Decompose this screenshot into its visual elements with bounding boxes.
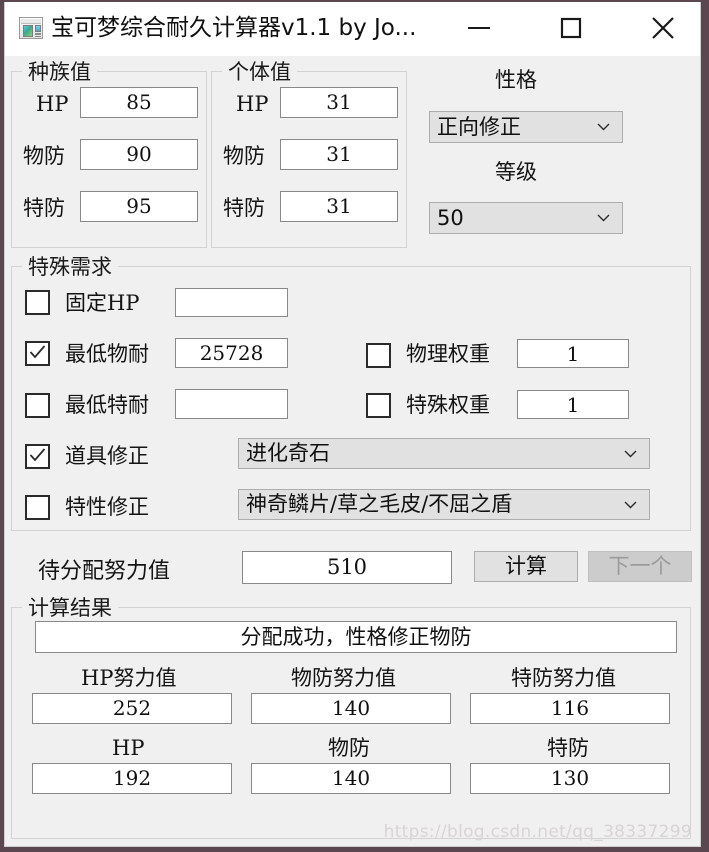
label-fixed-hp: 固定HP	[65, 291, 140, 315]
result-label-def: 物防	[328, 736, 370, 760]
allocation-input[interactable]: 510	[242, 551, 452, 584]
check-icon	[29, 345, 46, 359]
result-input-def: 140	[251, 763, 451, 794]
result-input-spdef-ev: 116	[470, 693, 670, 724]
nature-dropdown[interactable]: 正向修正	[429, 111, 623, 143]
result-input-hp: 192	[32, 763, 232, 794]
ability-mod-dropdown[interactable]: 神奇鳞片/草之毛皮/不屈之盾	[238, 489, 650, 520]
level-label: 等级	[495, 160, 537, 184]
base-stats-label-spdef: 特防	[23, 196, 65, 220]
ivs-label-def: 物防	[223, 144, 265, 168]
ivs-input-hp[interactable]: 31	[280, 87, 398, 118]
app-window: 宝可梦综合耐久计算器v1.1 by Jo... 种族值 HP 物防 特防 85	[4, 2, 701, 847]
input-fixed-hp[interactable]	[175, 288, 288, 317]
check-icon	[29, 448, 46, 462]
maximize-icon	[560, 17, 582, 39]
checkbox-min-spec-bulk[interactable]	[25, 393, 50, 418]
label-min-spec-bulk: 最低特耐	[65, 393, 149, 417]
ability-mod-value: 神奇鳞片/草之毛皮/不屈之盾	[246, 492, 513, 516]
label-ability-mod: 特性修正	[65, 495, 149, 519]
results-group-title: 计算结果	[22, 592, 118, 622]
input-min-spec-bulk[interactable]	[175, 389, 288, 419]
minimize-icon	[468, 27, 490, 29]
result-label-def-ev: 物防努力值	[291, 666, 396, 690]
result-status-field: 分配成功，性格修正物防	[35, 621, 677, 653]
base-stats-input-spdef[interactable]: 95	[80, 191, 198, 222]
result-label-spdef-ev: 特防努力值	[511, 666, 616, 690]
close-button[interactable]	[632, 2, 694, 54]
ivs-label-spdef: 特防	[223, 196, 265, 220]
item-mod-value: 进化奇石	[246, 441, 330, 465]
window-title: 宝可梦综合耐久计算器v1.1 by Jo...	[51, 15, 417, 41]
client-area: 种族值 HP 物防 特防 85 90 95 个体值 HP 物防 特防 31 31…	[5, 56, 700, 846]
ivs-input-spdef[interactable]: 31	[280, 191, 398, 222]
chevron-down-icon	[597, 123, 610, 131]
item-mod-dropdown[interactable]: 进化奇石	[238, 438, 650, 469]
result-input-spdef: 130	[470, 763, 670, 794]
input-phys-weight[interactable]: 1	[517, 339, 629, 368]
base-stats-label-hp: HP	[36, 92, 69, 116]
result-label-spdef: 特防	[547, 736, 589, 760]
checkbox-item-mod[interactable]	[25, 444, 50, 469]
input-min-phys-bulk[interactable]: 25728	[175, 338, 288, 368]
title-bar: 宝可梦综合耐久计算器v1.1 by Jo...	[5, 2, 700, 56]
checkbox-spec-weight[interactable]	[366, 393, 391, 418]
label-phys-weight: 物理权重	[406, 342, 490, 366]
special-requirements-group-title: 特殊需求	[22, 251, 118, 281]
checkbox-fixed-hp[interactable]	[25, 290, 50, 315]
checkbox-min-phys-bulk[interactable]	[25, 341, 50, 366]
ivs-input-def[interactable]: 31	[280, 139, 398, 170]
allocation-label: 待分配努力值	[38, 559, 171, 584]
result-label-hp-ev: HP努力值	[81, 666, 177, 690]
minimize-button[interactable]	[448, 2, 510, 54]
base-stats-input-def[interactable]: 90	[80, 139, 198, 170]
close-icon	[652, 17, 674, 39]
result-input-hp-ev: 252	[32, 693, 232, 724]
chevron-down-icon	[597, 214, 610, 222]
result-input-def-ev: 140	[251, 693, 451, 724]
chevron-down-icon	[624, 501, 637, 508]
next-button[interactable]: 下一个	[588, 551, 692, 582]
chevron-down-icon	[624, 450, 637, 457]
nature-label: 性格	[495, 68, 537, 92]
nature-value: 正向修正	[437, 115, 521, 139]
base-stats-input-hp[interactable]: 85	[80, 87, 198, 118]
app-window-icon	[19, 17, 43, 39]
input-spec-weight[interactable]: 1	[517, 390, 629, 419]
result-label-hp: HP	[112, 736, 145, 760]
base-stats-label-def: 物防	[23, 144, 65, 168]
calculate-button[interactable]: 计算	[474, 551, 578, 582]
label-spec-weight: 特殊权重	[406, 393, 490, 417]
checkbox-phys-weight[interactable]	[366, 343, 391, 368]
maximize-button[interactable]	[540, 2, 602, 54]
base-stats-group-title: 种族值	[22, 56, 97, 86]
ivs-group-title: 个体值	[222, 56, 297, 86]
watermark: https://blog.csdn.net/qq_38337299	[383, 822, 692, 842]
level-dropdown[interactable]: 50	[429, 202, 623, 234]
level-value: 50	[437, 206, 464, 230]
label-item-mod: 道具修正	[65, 444, 149, 468]
ivs-label-hp: HP	[236, 92, 269, 116]
checkbox-ability-mod[interactable]	[25, 495, 50, 520]
label-min-phys-bulk: 最低物耐	[65, 342, 149, 366]
